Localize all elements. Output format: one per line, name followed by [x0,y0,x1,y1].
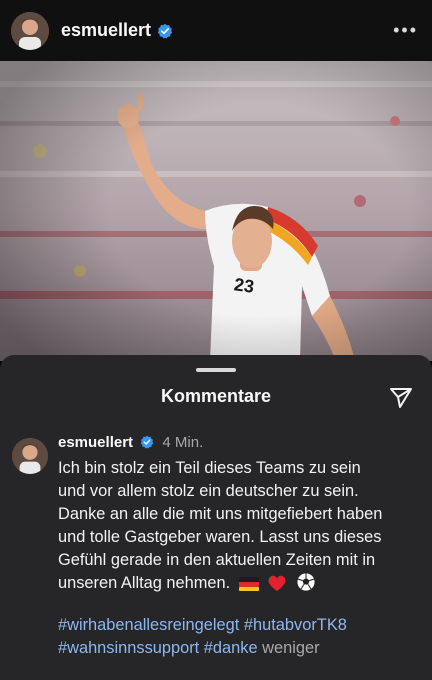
comment-line: Ich bin stolz ein Teil dieses Teams zu s… [58,459,361,477]
share-send-icon[interactable] [388,385,414,411]
profile-avatar[interactable] [11,11,49,50]
avatar-image [11,11,49,50]
comment-line: Gefühl gerade in den aktuellen Zeiten mi… [58,551,376,569]
comments-sheet: Kommentare esmuellert 4 Min. Ich bin sto… [0,355,432,680]
sheet-drag-handle[interactable] [196,368,236,372]
comment-line: unseren Alltag nehmen. [58,574,231,592]
verified-badge-icon [157,23,173,38]
post-header: esmuellert ••• [0,0,432,61]
comment-avatar[interactable] [12,438,48,474]
verified-badge-icon [140,435,154,449]
soccer-ball-emoji [296,572,316,592]
comment-line-last: unseren Alltag nehmen. [58,572,424,595]
comment-text: Ich bin stolz ein Teil dieses Teams zu s… [58,457,424,595]
hashtag-link[interactable]: #wahnsinnssupport [58,639,199,657]
comment-line: und vor allem stolz ein deutscher zu sei… [58,482,359,500]
flag-germany-emoji [238,577,259,591]
comment-line: und tolle Gastgeber waren. Lasst uns die… [58,528,382,546]
hashtag-link[interactable]: #hutabvorTK8 [244,616,347,634]
red-heart-emoji [268,575,286,591]
hashtag-link[interactable]: #danke [204,639,258,657]
comment-header: esmuellert 4 Min. [58,434,203,451]
show-less-link[interactable]: weniger [262,639,319,657]
post-username[interactable]: esmuellert [61,20,151,41]
comment-line: Danke an alle die mit uns mitgefiebert h… [58,505,383,523]
avatar-image [12,438,48,474]
hashtag-link[interactable]: #wirhabenallesreingelegt [58,616,239,634]
comment-username[interactable]: esmuellert [58,434,133,451]
sheet-title: Kommentare [160,386,272,406]
more-horizontal-icon[interactable]: ••• [393,21,418,39]
post-image[interactable]: 23 [0,61,432,361]
comment-time: 4 Min. [162,434,204,451]
comment-hashtags: #wirhabenallesreingelegt #hutabvorTK8 #w… [58,614,424,660]
